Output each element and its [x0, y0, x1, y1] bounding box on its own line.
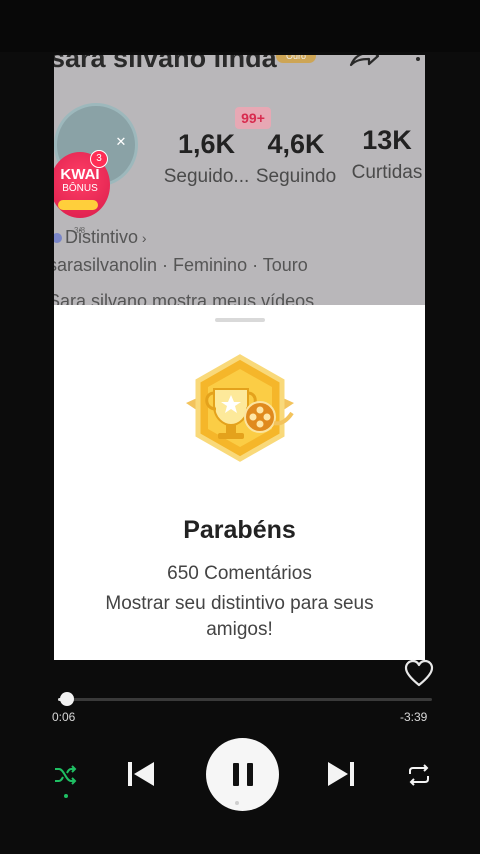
skip-next-icon[interactable] [326, 758, 358, 790]
sheet-drag-handle[interactable] [215, 318, 265, 322]
kwai-screen: sara silvano linda Ouro ✕ KWAI BÔNUS 3 3… [54, 55, 425, 660]
shuffle-icon[interactable] [52, 762, 78, 788]
remaining-time: -3:39 [400, 710, 428, 724]
close-icon[interactable]: ✕ [114, 135, 128, 149]
kwai-subtitle: BÔNUS [62, 183, 98, 194]
kwai-count-badge: 3 [90, 150, 108, 168]
notification-badge: 99+ [235, 107, 271, 129]
share-icon[interactable] [349, 55, 379, 69]
shuffle-active-dot [64, 794, 68, 798]
stat-followers[interactable]: 1,6K Seguido... [154, 129, 259, 188]
repeat-icon[interactable] [405, 762, 433, 788]
badge-bottom-sheet: Parabéns 650 Comentários Mostrar seu dis… [54, 305, 425, 660]
cast-dot [235, 801, 239, 805]
pause-icon [233, 763, 253, 786]
kwai-bonus-widget[interactable]: KWAI BÔNUS 3 [54, 150, 110, 218]
top-bar [0, 0, 480, 52]
progress-bar[interactable] [58, 692, 432, 706]
stat-label: Seguindo [255, 166, 337, 187]
more-icon[interactable] [412, 55, 424, 67]
stat-following[interactable]: 4,6K Seguindo [250, 129, 342, 188]
pause-button[interactable] [206, 738, 279, 811]
kwai-title: KWAI [60, 166, 100, 183]
profile-info: sarasilvanolin · Feminino · Touro [54, 255, 308, 275]
stat-label: Curtidas [351, 162, 423, 183]
stat-value: 4,6K [267, 129, 325, 159]
profile-header: sara silvano linda Ouro ✕ KWAI BÔNUS 3 3… [54, 55, 425, 311]
heart-icon[interactable] [404, 659, 434, 687]
skip-previous-icon[interactable] [124, 758, 156, 790]
sheet-subtitle: 650 Comentários [167, 563, 312, 584]
current-time: 0:06 [52, 710, 76, 724]
trophy-badge-icon [186, 354, 294, 462]
sheet-title: Parabéns [183, 516, 296, 544]
stat-label: Seguido... [163, 166, 250, 187]
distintivo-label: Distintivo [65, 227, 139, 247]
sheet-description: Mostrar seu distintivo para seus amigos! [105, 593, 374, 640]
distintivo-link[interactable]: Distintivo › [54, 227, 147, 248]
badge-dot-icon [54, 233, 62, 243]
profile-name: sara silvano linda [54, 55, 277, 73]
stat-likes[interactable]: 13K Curtidas [346, 125, 425, 184]
coin-icon [58, 200, 98, 210]
chevron-right-icon: › [138, 230, 147, 246]
name-badge: Ouro [276, 55, 316, 63]
progress-knob[interactable] [60, 692, 75, 706]
stat-value: 1,6K [177, 129, 236, 159]
stat-value: 13K [362, 125, 412, 155]
